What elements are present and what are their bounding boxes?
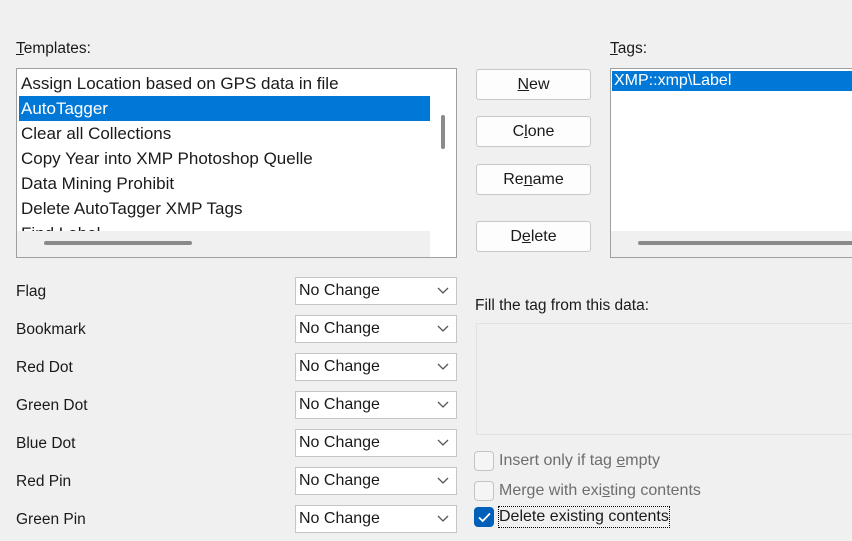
rename-button[interactable]: Rename — [476, 164, 591, 195]
fill-data-label: Fill the tag from this data: — [475, 297, 650, 314]
bookmark-label: Bookmark — [16, 321, 86, 338]
list-item[interactable]: Clear all Collections — [19, 121, 430, 146]
clone-button[interactable]: Clone — [476, 116, 591, 147]
vertical-scrollbar-track[interactable] — [430, 69, 456, 229]
chevron-down-icon — [437, 515, 449, 522]
blue-dot-dropdown[interactable]: No Change — [295, 429, 457, 457]
chevron-down-icon — [437, 363, 449, 370]
chevron-down-icon — [437, 401, 449, 408]
chevron-down-icon — [437, 477, 449, 484]
checkmark-icon — [478, 512, 491, 523]
red-pin-dropdown[interactable]: No Change — [295, 467, 457, 495]
vertical-scrollbar-thumb[interactable] — [441, 115, 445, 149]
green-pin-dropdown[interactable]: No Change — [295, 505, 457, 533]
green-dot-label: Green Dot — [16, 397, 88, 414]
chevron-down-icon — [437, 287, 449, 294]
list-item[interactable]: Delete AutoTagger XMP Tags — [19, 196, 430, 221]
chevron-down-icon — [437, 325, 449, 332]
delete-existing-checkbox[interactable] — [474, 507, 494, 527]
fill-data-textarea[interactable] — [476, 323, 852, 435]
list-item[interactable]: Data Mining Prohibit — [19, 171, 430, 196]
merge-existing-checkbox[interactable] — [474, 481, 494, 501]
flag-label: Flag — [16, 283, 47, 300]
tags-horizontal-scrollbar-thumb[interactable] — [638, 241, 852, 245]
bookmark-dropdown[interactable]: No Change — [295, 315, 457, 343]
delete-button[interactable]: Delete — [476, 221, 591, 252]
tags-label: Tags: — [610, 40, 648, 57]
green-dot-dropdown[interactable]: No Change — [295, 391, 457, 419]
list-item[interactable]: Assign Location based on GPS data in fil… — [19, 71, 430, 96]
list-item[interactable]: Copy Year into XMP Photoshop Quelle — [19, 146, 430, 171]
chevron-down-icon — [437, 439, 449, 446]
red-dot-label: Red Dot — [16, 359, 73, 376]
templates-listbox[interactable]: Assign Location based on GPS data in fil… — [16, 68, 457, 258]
green-pin-label: Green Pin — [16, 511, 86, 528]
templates-label: Templates: — [16, 40, 91, 57]
tag-item-selected[interactable]: XMP::xmp\Label — [612, 71, 852, 91]
blue-dot-label: Blue Dot — [16, 435, 76, 452]
red-dot-dropdown[interactable]: No Change — [295, 353, 457, 381]
red-pin-label: Red Pin — [16, 473, 72, 490]
flag-dropdown[interactable]: No Change — [295, 277, 457, 305]
list-item-selected[interactable]: AutoTagger — [19, 96, 430, 121]
horizontal-scrollbar-thumb[interactable] — [44, 241, 192, 245]
tags-listbox[interactable]: XMP::xmp\Label — [610, 68, 852, 258]
insert-if-empty-checkbox[interactable] — [474, 451, 494, 471]
new-button[interactable]: New — [476, 69, 591, 100]
